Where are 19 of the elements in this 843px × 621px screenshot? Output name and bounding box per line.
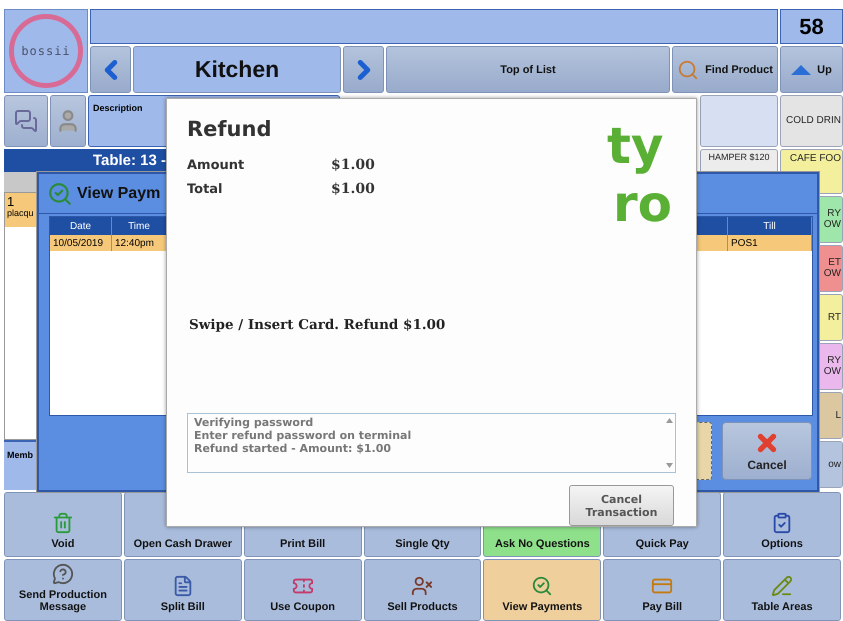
log-line: Enter refund password on terminal: [194, 429, 412, 442]
table-cell: 10/05/2019: [50, 235, 112, 251]
description-label: Description: [93, 103, 143, 113]
amount-value: $1.00: [331, 181, 375, 197]
logo-text: bossii: [21, 44, 71, 58]
amount-label: Total: [187, 182, 224, 196]
table-cell: POS1: [728, 235, 812, 251]
card-prompt: Swipe / Insert Card. Refund $1.00: [189, 317, 446, 333]
logo: ty ro: [606, 117, 672, 233]
amount-label: Amount: [187, 158, 246, 172]
member-label: Memb: [7, 450, 34, 460]
item-name: placqu: [7, 208, 35, 218]
item-quantity: 1: [7, 194, 16, 208]
amount-value: $1.00: [331, 157, 375, 173]
log-line: Verifying password: [194, 416, 314, 429]
log-line: Refund started - Amount: $1.00: [194, 442, 392, 455]
dialog-title: View Paym: [77, 184, 160, 202]
counter: 58: [780, 9, 843, 44]
dialog-title: Refund: [187, 117, 272, 141]
